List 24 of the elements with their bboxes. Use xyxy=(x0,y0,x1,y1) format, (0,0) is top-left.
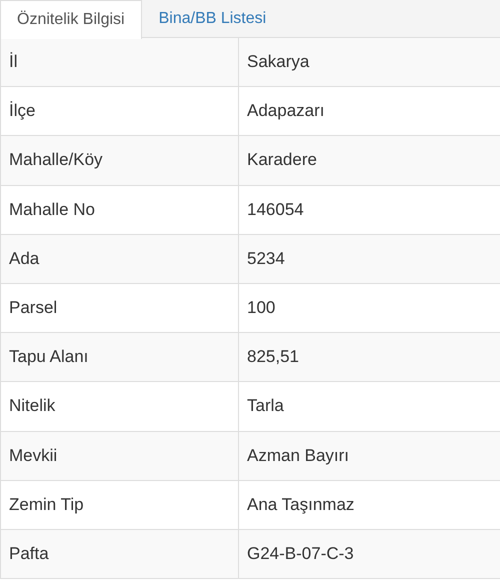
table-cell: Mahalle No xyxy=(9,200,95,220)
table-cell: Parsel xyxy=(9,298,58,318)
table-cell: 146054 xyxy=(247,200,304,220)
table-cell: Ana Taşınmaz xyxy=(247,494,354,515)
table-cell: 100 xyxy=(247,298,276,318)
table-cell: Sakarya xyxy=(247,52,310,72)
table-cell: Pafta xyxy=(9,544,49,564)
table-cell: Nitelik xyxy=(9,396,56,416)
table-cell: Karadere xyxy=(247,150,317,170)
table-cell: Ada xyxy=(9,248,40,269)
table-cell: Tarla xyxy=(247,396,284,416)
table-cell: 5234 xyxy=(247,248,285,269)
table-cell: Mahalle/Köy xyxy=(9,150,103,170)
tab[interactable]: Öznitelik Bilgisi xyxy=(0,0,142,39)
table-cell: Tapu Alanı xyxy=(9,347,88,368)
table-cell: Azman Bayırı xyxy=(247,446,350,466)
table-cell: Zemin Tip xyxy=(9,494,84,515)
table-cell: İlçe xyxy=(9,101,36,122)
table-cell: Adapazarı xyxy=(247,101,324,122)
table-cell: G24-B-07-C-3 xyxy=(247,544,354,564)
table-cell: Mevkii xyxy=(9,446,58,466)
table-cell: 825,51 xyxy=(247,347,299,368)
table-cell: İl xyxy=(9,52,18,72)
tab[interactable]: Bina/BB Listesi xyxy=(142,0,282,38)
